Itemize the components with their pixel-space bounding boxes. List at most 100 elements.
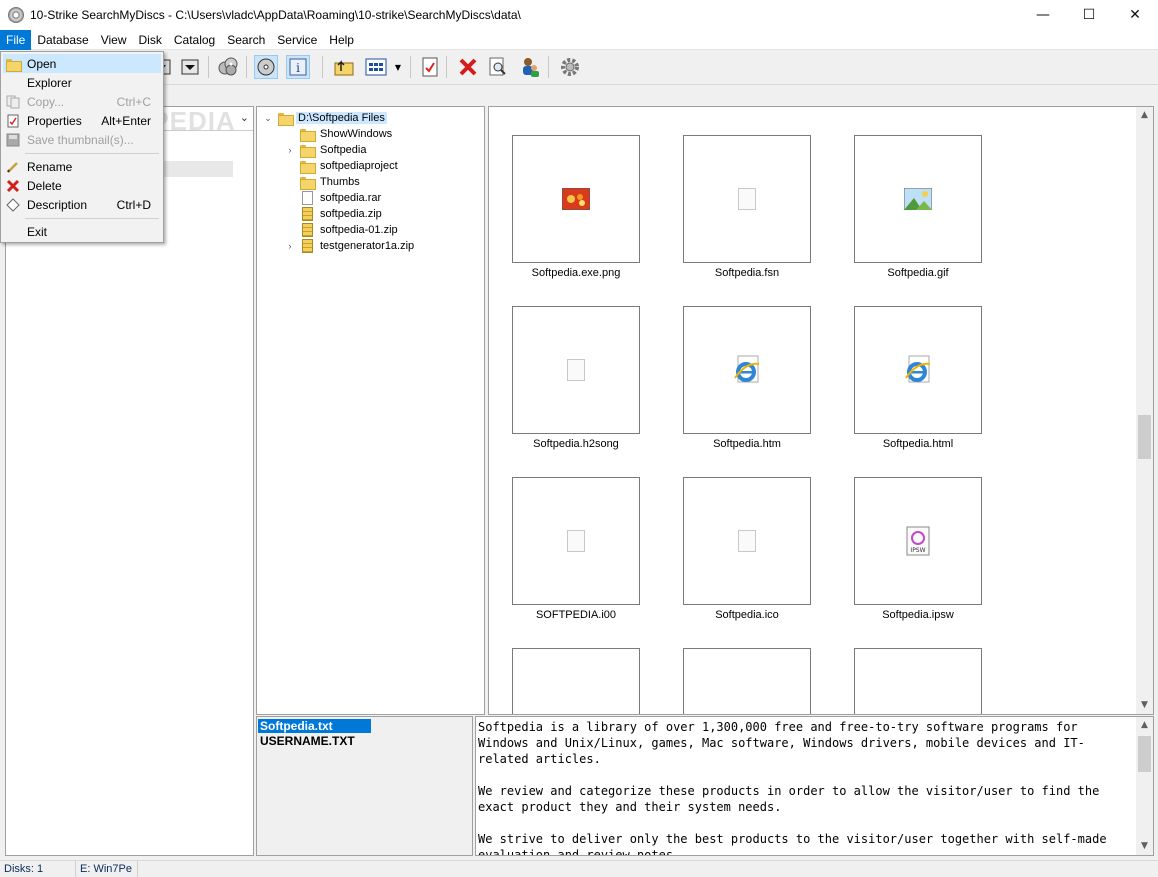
scroll-down-icon[interactable]: ▼ [1136,697,1153,714]
thumbnail[interactable] [683,648,811,714]
thumbnail-label: Softpedia.fsn [714,267,780,279]
menu-exit[interactable]: Exit [3,222,161,241]
thumbnail[interactable] [854,306,982,434]
file-menu-dropdown: Open Explorer Copy... Ctrl+C Properties … [0,51,164,243]
maximize-button[interactable]: ☐ [1066,0,1112,30]
thumbnail-label: Softpedia.htm [713,438,781,450]
menu-view[interactable]: View [95,30,133,50]
menu-file[interactable]: File [0,29,32,50]
thumbnail[interactable] [512,477,640,605]
down-arrow-icon [181,59,199,75]
delete-button[interactable] [456,55,480,79]
thumbnail[interactable] [683,306,811,434]
folder-icon [299,160,316,174]
menu-description[interactable]: Description Ctrl+D [3,195,161,214]
menu-save-thumbnails[interactable]: Save thumbnail(s)... [3,130,161,149]
preview-text: Softpedia is a library of over 1,300,000… [478,720,1107,856]
thumbnail[interactable] [512,648,640,714]
thumbnail[interactable]: IPSW [854,477,982,605]
magnifier-doc-icon [489,57,506,76]
preview-button[interactable] [486,55,510,79]
tree-item[interactable]: softpedia-01.zip [285,222,400,238]
thumbnail-scrollbar[interactable]: ▲ ▼ [1136,107,1153,714]
eject-button[interactable] [178,55,202,79]
tree-root[interactable]: ⌄ D:\Softpedia Files [263,110,387,126]
thumbnail[interactable] [854,135,982,263]
menu-open[interactable]: Open [3,54,161,73]
copy-icon [5,94,21,110]
thumbnail-view: Softpedia.exe.png Softpedia.fsn Softpedi… [488,106,1154,715]
view-mode-dropdown[interactable]: ▼ [390,55,406,79]
tree-item[interactable]: softpediaproject [285,158,400,174]
tree-item[interactable]: softpedia.zip [285,206,384,222]
scroll-down-icon[interactable]: ▼ [1136,838,1153,855]
thumbnail[interactable] [854,648,982,714]
discs-button[interactable] [216,55,240,79]
blank-doc-icon [567,359,585,381]
text-file-list: Softpedia.txt USERNAME.TXT [256,716,473,856]
info-button[interactable]: i [286,55,310,79]
discs-icon [218,57,238,76]
thumbnail[interactable] [683,135,811,263]
properties-button[interactable] [418,55,442,79]
scroll-up-icon[interactable]: ▲ [1136,717,1153,734]
list-item[interactable]: USERNAME.TXT [258,734,357,748]
folder-up-button[interactable] [332,55,356,79]
minimize-button[interactable]: — [1020,0,1066,30]
zip-icon [302,207,313,221]
list-item[interactable]: Softpedia.txt [258,719,371,733]
thumbnail[interactable] [512,135,640,263]
tree-item[interactable]: ShowWindows [285,126,394,142]
menu-properties[interactable]: Properties Alt+Enter [3,111,161,130]
blank-doc-icon [738,530,756,552]
save-icon [5,132,21,148]
chevron-right-icon[interactable]: › [285,145,295,155]
settings-button[interactable] [558,55,582,79]
thumbnail-label: Softpedia.ico [715,609,779,621]
tree-item[interactable]: › Softpedia [285,142,368,158]
close-button[interactable]: ✕ [1112,0,1158,30]
tree-item[interactable]: softpedia.rar [285,190,383,206]
blank-doc-icon [567,530,585,552]
menu-rename[interactable]: Rename [3,157,161,176]
folder-open-icon [5,56,22,72]
folder-icon [299,144,316,158]
menu-explorer[interactable]: Explorer [3,73,161,92]
svg-text:i: i [296,61,300,75]
view-mode-button[interactable] [364,55,388,79]
description-icon [5,197,21,213]
scrollbar-thumb[interactable] [1138,415,1151,459]
thumbnail-label: Softpedia.h2song [533,438,619,450]
status-drive: E: Win7Pe [76,861,138,877]
thumbnail-label: SOFTPEDIA.i00 [535,609,617,621]
status-disks: Disks: 1 [0,861,76,877]
folder-icon [299,128,316,142]
menu-search[interactable]: Search [221,30,271,50]
folder-icon [299,176,316,190]
text-preview[interactable]: Softpedia is a library of over 1,300,000… [475,716,1154,856]
scroll-up-icon[interactable]: ▲ [1136,107,1153,124]
window-title: 10-Strike SearchMyDiscs - C:\Users\vladc… [30,8,521,22]
chevron-right-icon[interactable]: › [285,241,295,251]
menu-help[interactable]: Help [323,30,360,50]
disc-view-button[interactable] [254,55,278,79]
menu-service[interactable]: Service [271,30,323,50]
menu-copy[interactable]: Copy... Ctrl+C [3,92,161,111]
menu-delete[interactable]: Delete [3,176,161,195]
menu-catalog[interactable]: Catalog [168,30,221,50]
scrollbar-thumb[interactable] [1138,736,1151,772]
tree-item[interactable]: › testgenerator1a.zip [285,238,416,254]
chevron-down-icon[interactable]: ⌄ [263,113,273,124]
thumbnail[interactable] [683,477,811,605]
menu-disk[interactable]: Disk [133,30,168,50]
menu-database[interactable]: Database [31,30,94,50]
title-bar: 10-Strike SearchMyDiscs - C:\Users\vladc… [0,0,1158,30]
thumbnail[interactable] [512,306,640,434]
image-landscape-icon [904,188,932,210]
chevron-down-icon: ▼ [394,62,402,72]
folder-up-icon [334,60,354,76]
users-button[interactable] [518,55,542,79]
disc-info-icon [257,58,275,76]
tree-item[interactable]: Thumbs [285,174,362,190]
preview-scrollbar[interactable]: ▲ ▼ [1136,717,1153,855]
